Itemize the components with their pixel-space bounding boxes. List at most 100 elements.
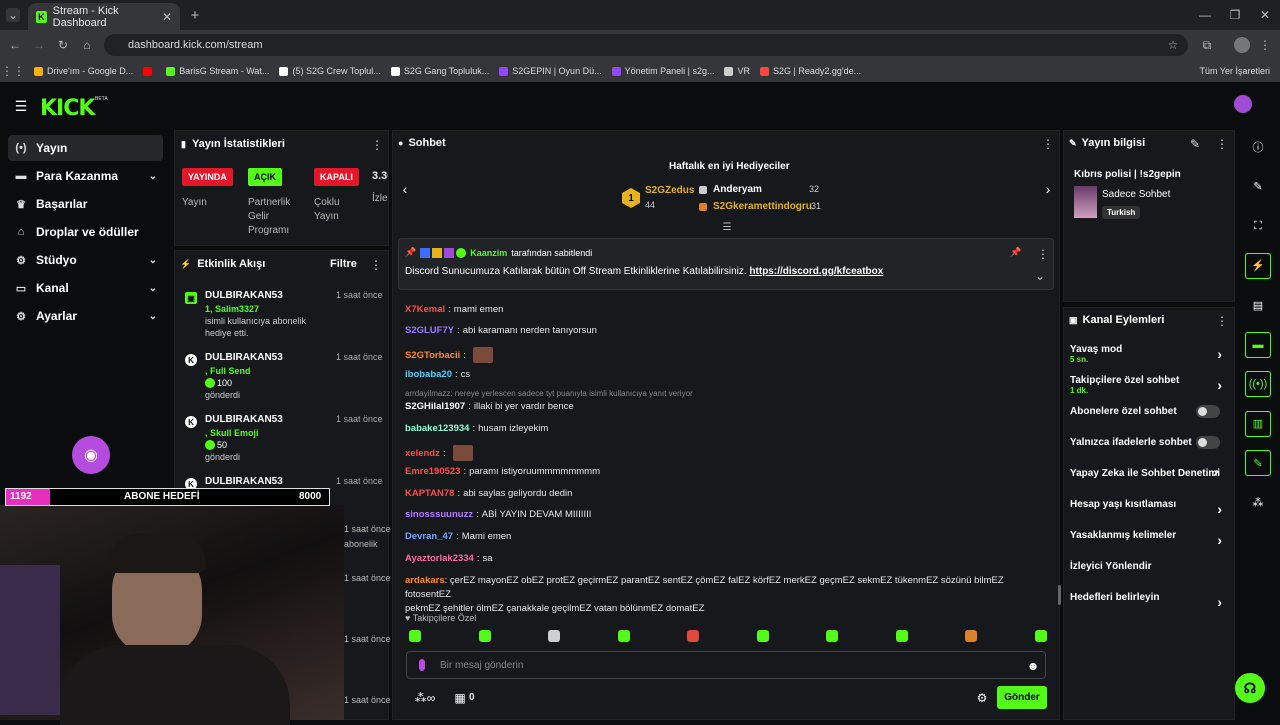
chevron-down-icon[interactable]: ⌄	[149, 283, 157, 294]
extensions-icon[interactable]: ⧉	[1200, 38, 1214, 53]
channel-action-row[interactable]: Yalnızca ifadelerle sohbet	[1070, 436, 1230, 461]
bookmark-item[interactable]: Drive'ım - Google D...	[34, 66, 133, 76]
chevron-right-icon[interactable]: ›	[1217, 501, 1222, 517]
gifters-prev-icon[interactable]: ‹	[400, 181, 410, 197]
browser-tab[interactable]: K Stream - Kick Dashboard ✕	[28, 3, 180, 30]
activity-item[interactable]: KDULBIRAKAN531 saat önce, Skull Emoji50g…	[181, 410, 386, 472]
bookmark-item[interactable]: Yönetim Paneli | s2g...	[611, 66, 714, 76]
browser-menu-icon[interactable]: ⋮	[1258, 38, 1272, 52]
quick-emote[interactable]	[478, 630, 491, 642]
chevron-down-icon[interactable]: ⌄	[149, 255, 157, 266]
quick-emote[interactable]	[895, 630, 908, 642]
chat-message[interactable]: babake123934: husam izleyekim	[405, 423, 548, 434]
chat-username[interactable]: babake123934	[405, 423, 469, 434]
quick-emote[interactable]	[1034, 630, 1047, 642]
chat-message[interactable]: Devran_47: Mami emen	[405, 531, 511, 542]
unpin-icon[interactable]: 📌	[1010, 247, 1021, 258]
chat-message[interactable]: Emre190523: paramı istiyoruummmmmmmm	[405, 466, 600, 477]
chat-username[interactable]: sinosssuunuzz	[405, 509, 473, 520]
chat-username[interactable]: KAPTAN78	[405, 488, 454, 499]
all-bookmarks[interactable]: Tüm Yer İşaretleri	[1199, 66, 1270, 76]
fullscreen-icon[interactable]: ⛶	[1245, 213, 1271, 239]
chat-message[interactable]: Ayaztorlak2334: sa	[405, 553, 493, 564]
category-name[interactable]: Sadece Sohbet	[1102, 189, 1170, 200]
chat-username[interactable]: S2GTorbacii	[405, 350, 460, 361]
chat-message[interactable]: xelendz:	[405, 445, 473, 461]
back-icon[interactable]: ←	[8, 38, 22, 52]
quick-emote[interactable]	[617, 630, 630, 642]
chat-message[interactable]: ardakars: çerEZ mayonEZ obEZ protEZ geçi…	[405, 574, 1045, 616]
chevron-right-icon[interactable]: ›	[1217, 377, 1222, 393]
pinned-menu-icon[interactable]: ⋮	[1037, 247, 1049, 261]
channel-action-row[interactable]: Hedefleri belirleyin ›	[1070, 592, 1230, 616]
emoji-picker-icon[interactable]: ☻	[1027, 659, 1040, 673]
chat-menu-icon[interactable]: ⋮	[1042, 137, 1054, 151]
bookmark-item[interactable]: VR	[724, 66, 750, 76]
stats-menu-icon[interactable]: ⋮	[371, 138, 383, 152]
bookmark-star-icon[interactable]: ☆	[1166, 38, 1180, 52]
user-avatar[interactable]	[1234, 95, 1252, 113]
quick-emote[interactable]	[409, 630, 421, 642]
kick-logo[interactable]: KICK	[40, 96, 95, 121]
info-icon[interactable]: ⓘ	[1245, 134, 1271, 160]
quick-emote[interactable]	[756, 630, 769, 642]
send-button[interactable]: Gönder	[997, 686, 1047, 709]
chat-username[interactable]: ardakars	[405, 575, 445, 586]
collapse-gifters-icon[interactable]: ☰	[721, 222, 733, 233]
support-button[interactable]: ☊	[1235, 673, 1265, 703]
quick-emote[interactable]	[965, 630, 977, 642]
chevron-right-icon[interactable]: ›	[1217, 346, 1222, 362]
sidebar-item-6[interactable]: ⚙ Ayarlar ⌄	[8, 303, 163, 329]
gifters-next-icon[interactable]: ›	[1043, 181, 1053, 197]
channel-action-row[interactable]: Abonelere özel sohbet	[1070, 405, 1230, 430]
quick-emote[interactable]	[548, 630, 560, 642]
activity-menu-icon[interactable]: ⋮	[370, 258, 382, 272]
chevron-right-icon[interactable]: ›	[1217, 532, 1222, 548]
restore-icon[interactable]: ❐	[1228, 8, 1242, 22]
chat-message[interactable]: S2GLUF7Y: abi karamanı nerden tanıyorsun	[405, 325, 597, 336]
chevron-down-icon[interactable]: ⌄	[149, 171, 157, 182]
chat-username[interactable]: Emre190523	[405, 466, 460, 477]
profile-avatar[interactable]	[1234, 37, 1250, 53]
chat-username[interactable]: Devran_47	[405, 531, 453, 542]
hamburger-menu-icon[interactable]: ☰	[14, 98, 28, 115]
chat-username[interactable]: S2GHilal1907	[405, 401, 465, 412]
minimize-icon[interactable]: —	[1198, 8, 1212, 22]
sidebar-item-3[interactable]: ⌂ Droplar ve ödüller	[8, 219, 163, 245]
actions-menu-icon[interactable]: ⋮	[1216, 314, 1228, 328]
chat-username[interactable]: xelendz	[405, 448, 440, 459]
chat-username[interactable]: X7Kemal	[405, 304, 445, 315]
channel-action-row[interactable]: Hesap yaşı kısıtlaması ›	[1070, 499, 1230, 523]
bolt-icon[interactable]: ⚡	[1245, 252, 1271, 279]
tab-list-icon[interactable]: ⌄	[6, 8, 20, 22]
mic-icon[interactable]	[419, 659, 425, 671]
toggle-switch[interactable]	[1196, 436, 1220, 449]
sidebar-item-4[interactable]: ⚙ Stüdyo ⌄	[8, 247, 163, 273]
sidebar-item-5[interactable]: ▭ Kanal ⌄	[8, 275, 163, 301]
url-field[interactable]: dashboard.kick.com/stream	[104, 34, 1188, 56]
chat-message[interactable]: S2GHilal1907: illaki bi yer vardır bence	[405, 401, 574, 412]
preview-icon[interactable]: ▥	[1245, 410, 1271, 437]
activity-item[interactable]: K DULBIRAKAN53 1 saat önce, Full Send 100 gö…	[181, 348, 386, 410]
chevron-down-icon[interactable]: ⌄	[149, 311, 157, 322]
bookmark-item[interactable]: BarisG Stream - Wat...	[166, 66, 269, 76]
info-menu-icon[interactable]: ⋮	[1216, 137, 1228, 151]
expand-pinned-icon[interactable]: ⌄	[1035, 269, 1045, 283]
channel-action-row[interactable]: Yavaş mod 5 sn. ›	[1070, 344, 1230, 368]
chat-message[interactable]: S2GTorbacii:	[405, 347, 493, 363]
bookmark-item[interactable]: S2GEPIN | Oyun Dü...	[499, 66, 602, 76]
new-tab-icon[interactable]: +	[188, 7, 202, 24]
chat-message[interactable]: sinosssuunuzz: ABİ YAYIN DEVAM MIIIIIII	[405, 509, 591, 520]
chat-input[interactable]: Bir mesaj gönderin ☻	[406, 651, 1046, 679]
channel-action-row[interactable]: Yapay Zeka ile Sohbet Denetimi ↗	[1070, 468, 1230, 492]
broadcast-icon[interactable]: ((•))	[1245, 371, 1271, 397]
chat-scrollbar[interactable]	[1058, 585, 1061, 605]
store-icon[interactable]: ▦	[454, 691, 466, 705]
chat-username[interactable]: ibobaba20	[405, 369, 452, 380]
drops-icon[interactable]: ⁂	[1245, 490, 1271, 516]
quick-emote[interactable]	[826, 630, 838, 642]
points-drop-icon[interactable]: ⁂∞	[410, 691, 440, 705]
chat-username[interactable]: S2GLUF7Y	[405, 325, 454, 336]
edit-info-icon[interactable]: ✎	[1190, 137, 1200, 151]
apps-icon[interactable]: ⋮⋮	[0, 64, 26, 78]
